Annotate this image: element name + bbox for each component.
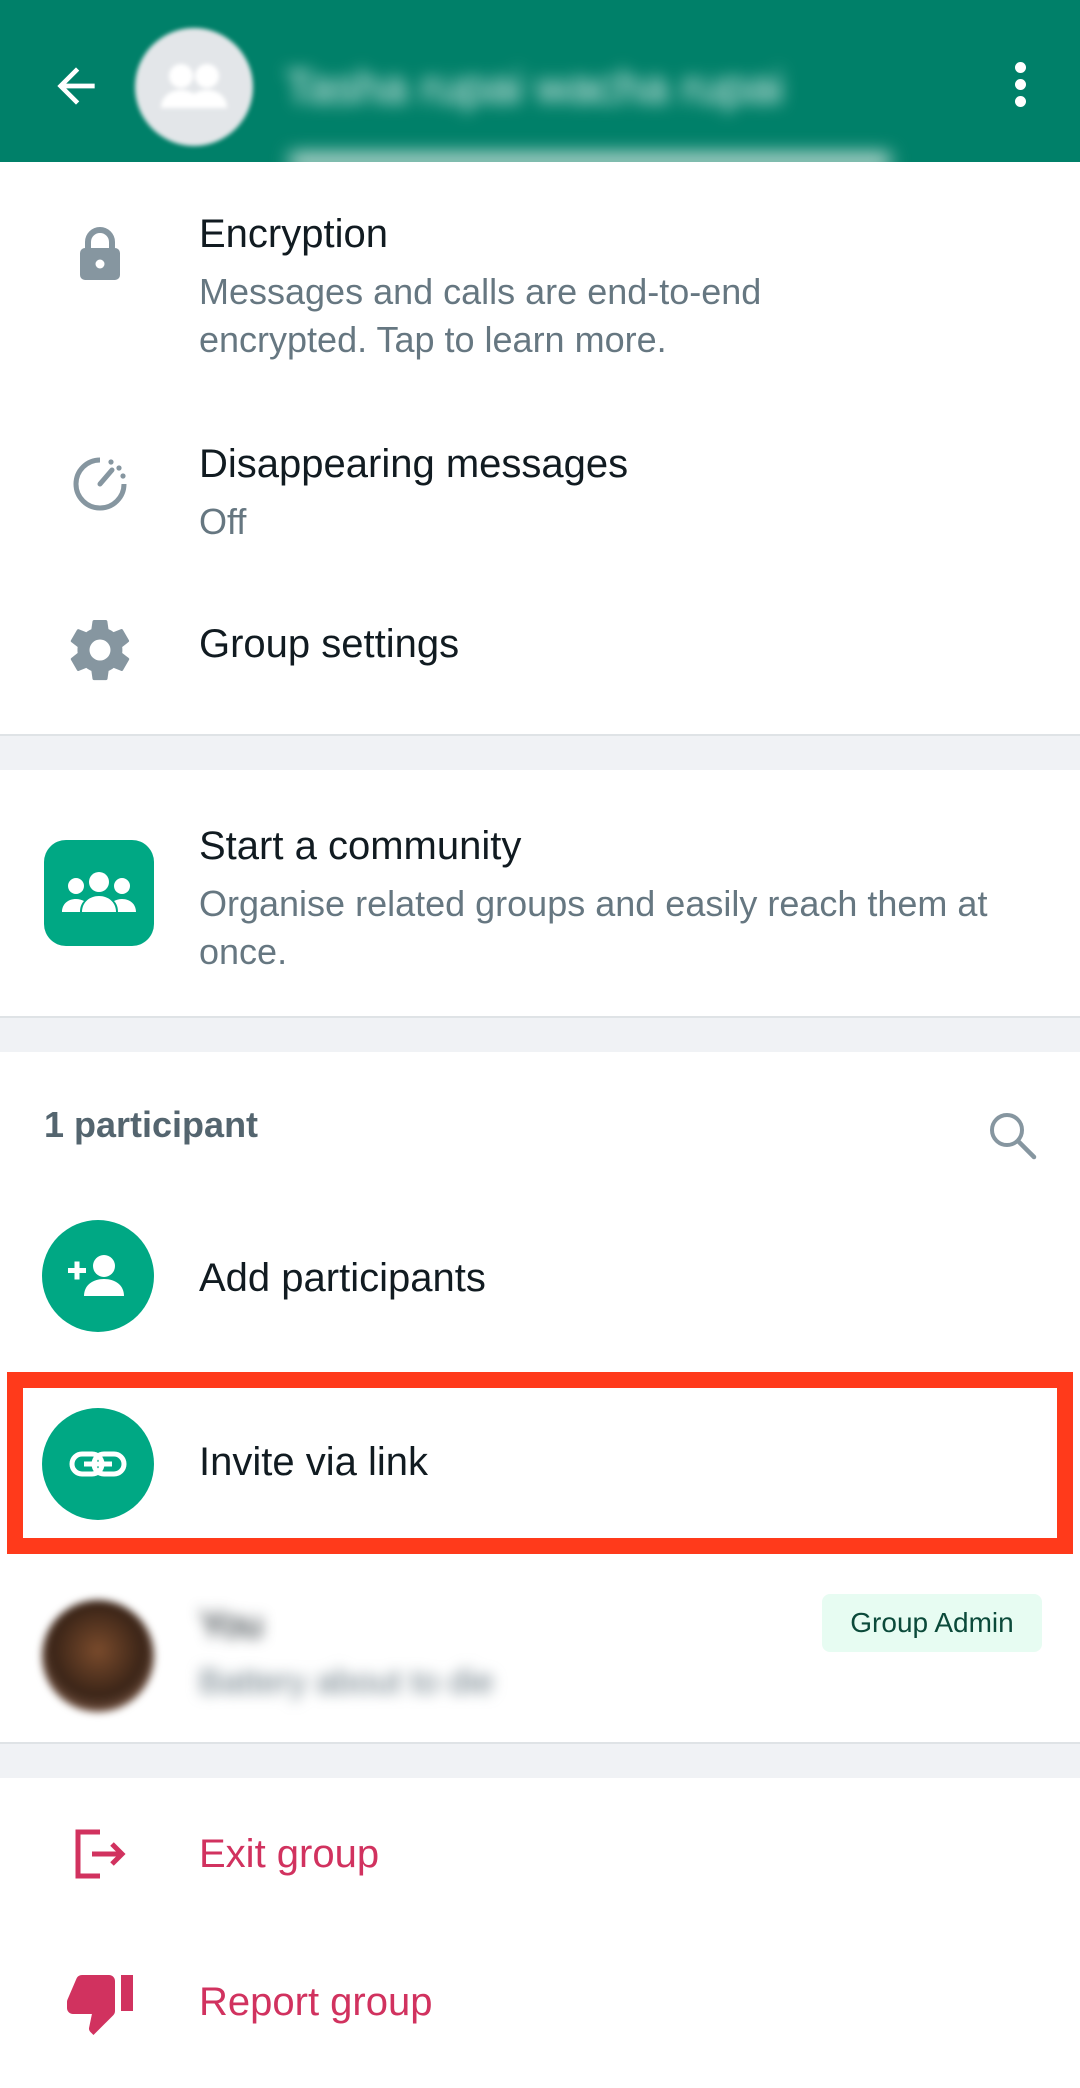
- community-subtitle: Organise related groups and easily reach…: [199, 883, 988, 972]
- arrow-left-icon: [57, 67, 95, 105]
- thumbs-down-icon: [67, 1975, 133, 2035]
- add-participants-label: Add participants: [199, 1256, 486, 1300]
- search-participants-button[interactable]: [984, 1107, 1040, 1163]
- report-group-row[interactable]: Report group: [0, 1930, 1080, 2082]
- report-group-label: Report group: [199, 1980, 433, 2024]
- exit-icon: [75, 1829, 126, 1879]
- participant-status: Battery about to die: [199, 1663, 494, 1701]
- disappearing-subtitle: Off: [199, 501, 247, 542]
- participant-count: 1 participant: [44, 1104, 259, 1145]
- encryption-row[interactable]: Encryption Messages and calls are end-to…: [0, 162, 1080, 392]
- exit-group-row[interactable]: Exit group: [0, 1778, 1080, 1930]
- exit-group-label: Exit group: [199, 1832, 380, 1876]
- gear-icon: [70, 619, 130, 681]
- more-options-button[interactable]: [1000, 58, 1040, 114]
- more-vertical-icon: [1000, 62, 1040, 107]
- group-name[interactable]: Tasha rupai wacha rupai: [285, 60, 784, 114]
- encryption-subtitle: Messages and calls are end-to-end encryp…: [199, 271, 762, 360]
- encryption-title: Encryption: [199, 212, 388, 256]
- settings-card: Encryption Messages and calls are end-to…: [0, 162, 1080, 736]
- timer-icon: [73, 457, 127, 511]
- highlight-box: [7, 1372, 1073, 1554]
- participant-name: You: [199, 1604, 264, 1646]
- add-participants-row[interactable]: Add participants: [0, 1200, 1080, 1360]
- disappearing-title-text: Disappearing messages: [199, 442, 629, 486]
- back-button[interactable]: [48, 58, 104, 114]
- community-title: Start a community: [199, 824, 522, 868]
- actions-card: Exit group Report group: [0, 1778, 1080, 2088]
- group-icon: [161, 64, 227, 108]
- group-avatar[interactable]: [135, 28, 253, 146]
- group-settings-title: Group settings: [199, 622, 460, 666]
- search-icon: [990, 1113, 1037, 1160]
- lock-icon: [80, 227, 120, 280]
- community-card[interactable]: Start a community Organise related group…: [0, 770, 1080, 1018]
- group-settings-row[interactable]: Group settings: [0, 562, 1080, 734]
- group-admin-badge: Group Admin: [822, 1594, 1042, 1652]
- avatar: [42, 1600, 154, 1712]
- community-icon: [44, 840, 154, 946]
- app-bar: Tasha rupai wacha rupai: [0, 0, 1080, 162]
- add-person-icon: [42, 1220, 154, 1332]
